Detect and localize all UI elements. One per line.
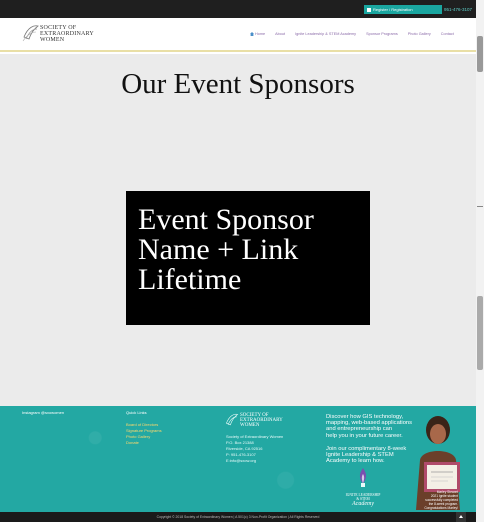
nav-item-ignite-academy[interactable]: Ignite Leadership & STEM Academy xyxy=(295,32,356,36)
academy-promo[interactable]: Join our complimentary 8-week Ignite Lea… xyxy=(326,446,406,465)
footer-logo-mark-icon xyxy=(225,413,239,426)
ignite-line-3: Academy xyxy=(352,501,374,507)
site-logo[interactable]: SOCIETY OF EXTRAORDINARY WOMEN xyxy=(22,23,112,45)
sponsor-line-1: Event Sponsor xyxy=(138,203,314,236)
scrollbar-thumb[interactable] xyxy=(477,36,483,72)
site-footer: Instagram @sxowomen Quick Links Board of… xyxy=(0,406,476,512)
copyright-bar: Copyright © 2018 Society of Extraordinar… xyxy=(0,512,476,522)
instagram-link[interactable]: Instagram @sxowomen xyxy=(22,410,64,416)
ignite-academy-logo: IGNITE LEADERSHIP & STEM Academy xyxy=(338,466,388,510)
cert-line-5: Congratulations Marley! xyxy=(424,506,458,510)
logo-mark-icon xyxy=(22,25,39,42)
nav-item-photo-gallery[interactable]: Photo Gallery xyxy=(408,32,431,36)
page-scrollbar[interactable] xyxy=(476,0,484,522)
main-content: Our Event Sponsors Event Sponsor Name + … xyxy=(0,54,476,406)
page-title: Our Event Sponsors xyxy=(121,68,355,100)
promo2-line-3: Academy to learn how. xyxy=(326,458,385,465)
nav-item-contact[interactable]: Contact xyxy=(441,32,454,36)
register-button[interactable]: Register / Registration xyxy=(364,5,442,14)
copyright-text: Copyright © 2018 Society of Extraordinar… xyxy=(156,515,320,519)
nav-label: Home xyxy=(255,32,266,36)
address-line-5[interactable]: E:info@sxow.org xyxy=(226,458,283,464)
phone-number[interactable]: 951-476-3107 xyxy=(444,5,472,14)
top-bar: Register / Registration 951-476-3107 xyxy=(0,0,476,18)
scrollbar-marker xyxy=(477,206,483,207)
footer-logo-line-3: WOMEN xyxy=(240,423,260,428)
nav-item-home[interactable]: Home xyxy=(250,32,265,36)
footer-logo: SOCIETY OF EXTRAORDINARY WOMEN xyxy=(224,412,294,428)
footer-quick-links: Quick Links Board of Directors Signature… xyxy=(126,410,162,446)
site-header: SOCIETY OF EXTRAORDINARY WOMEN Home Abou… xyxy=(0,18,476,52)
scrollbar-thumb-secondary[interactable] xyxy=(477,296,483,370)
nav-item-about[interactable]: About xyxy=(275,32,285,36)
sponsor-line-2: Name + Link xyxy=(138,233,299,266)
home-icon xyxy=(250,32,254,36)
sponsor-line-3: Lifetime xyxy=(138,263,242,296)
footer-link-donate[interactable]: Donate xyxy=(126,440,162,446)
certificate-caption: Marley Stewart 2021 Ignite student succe… xyxy=(398,490,458,510)
main-nav: Home About Ignite Leadership & STEM Acad… xyxy=(250,32,454,36)
back-to-top-button[interactable] xyxy=(456,512,466,522)
torch-icon xyxy=(359,468,367,487)
footer-address: Society of Extraordinary Women P.O. Box … xyxy=(226,434,283,464)
nav-item-sponsor-programs[interactable]: Sponsor Programs xyxy=(366,32,398,36)
footer-instagram[interactable]: Instagram @sxowomen xyxy=(22,410,64,416)
sponsor-card[interactable]: Event Sponsor Name + Link Lifetime xyxy=(126,191,370,325)
logo-line-3: WOMEN xyxy=(40,37,65,43)
lock-icon xyxy=(367,7,371,12)
register-label: Register / Registration xyxy=(373,7,413,12)
